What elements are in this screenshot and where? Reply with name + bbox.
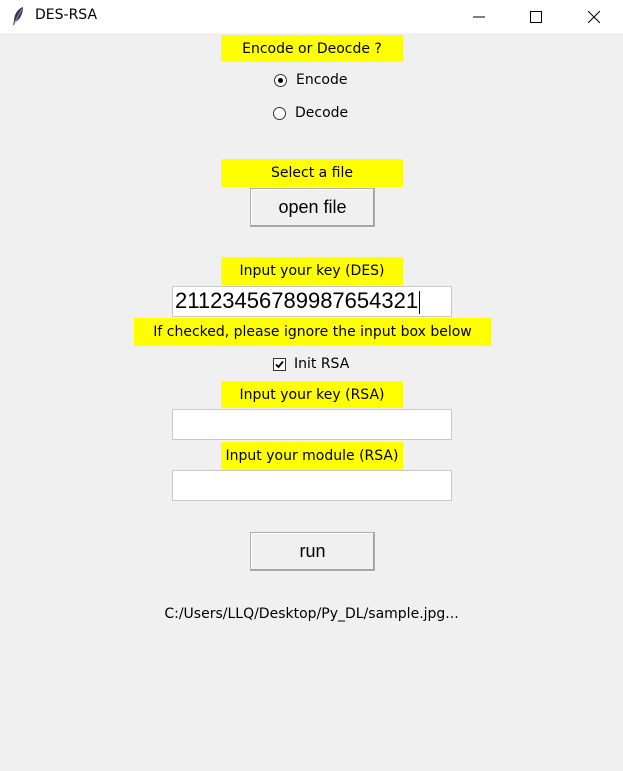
minimize-button[interactable]	[450, 0, 508, 33]
close-icon	[588, 10, 600, 23]
radio-encode[interactable]: Encode	[274, 71, 347, 89]
init-rsa-label: Init RSA	[294, 356, 350, 372]
init-rsa-checkbox[interactable]: Init RSA	[273, 355, 349, 373]
rsa-key-prompt-label: Input your key (RSA)	[221, 381, 403, 408]
run-button[interactable]: run	[250, 532, 375, 571]
radio-encode-label: Encode	[296, 72, 348, 88]
rsa-hint-label: If checked, please ignore the input box …	[134, 318, 491, 346]
window-title: DES-RSA	[35, 7, 98, 23]
rsa-module-prompt-label: Input your module (RSA)	[221, 442, 403, 470]
des-key-input[interactable]: 21123456789987654321	[172, 286, 452, 317]
des-key-value: 21123456789987654321	[175, 288, 419, 313]
rsa-key-input[interactable]	[172, 409, 452, 440]
radio-unchecked-icon[interactable]	[273, 106, 286, 120]
radio-decode-label: Decode	[295, 105, 349, 121]
checkbox-checked-icon[interactable]	[273, 357, 286, 371]
mode-prompt-label: Encode or Deocde ?	[221, 35, 403, 62]
radio-checked-icon[interactable]	[274, 73, 287, 87]
rsa-module-input[interactable]	[172, 470, 452, 501]
close-button[interactable]	[565, 0, 623, 33]
maximize-button[interactable]	[507, 0, 565, 33]
feather-icon	[13, 7, 23, 25]
status-path-label: C:/Users/LLQ/Desktop/Py_DL/sample.jpg...	[164, 606, 459, 622]
radio-decode[interactable]: Decode	[273, 104, 348, 122]
text-caret	[419, 290, 421, 314]
des-key-prompt-label: Input your key (DES)	[221, 257, 403, 285]
maximize-icon	[530, 10, 542, 23]
minimize-icon	[473, 16, 485, 17]
file-prompt-label: Select a file	[221, 159, 403, 187]
title-bar[interactable]: DES-RSA	[0, 0, 623, 33]
open-file-button[interactable]: open file	[250, 188, 375, 227]
